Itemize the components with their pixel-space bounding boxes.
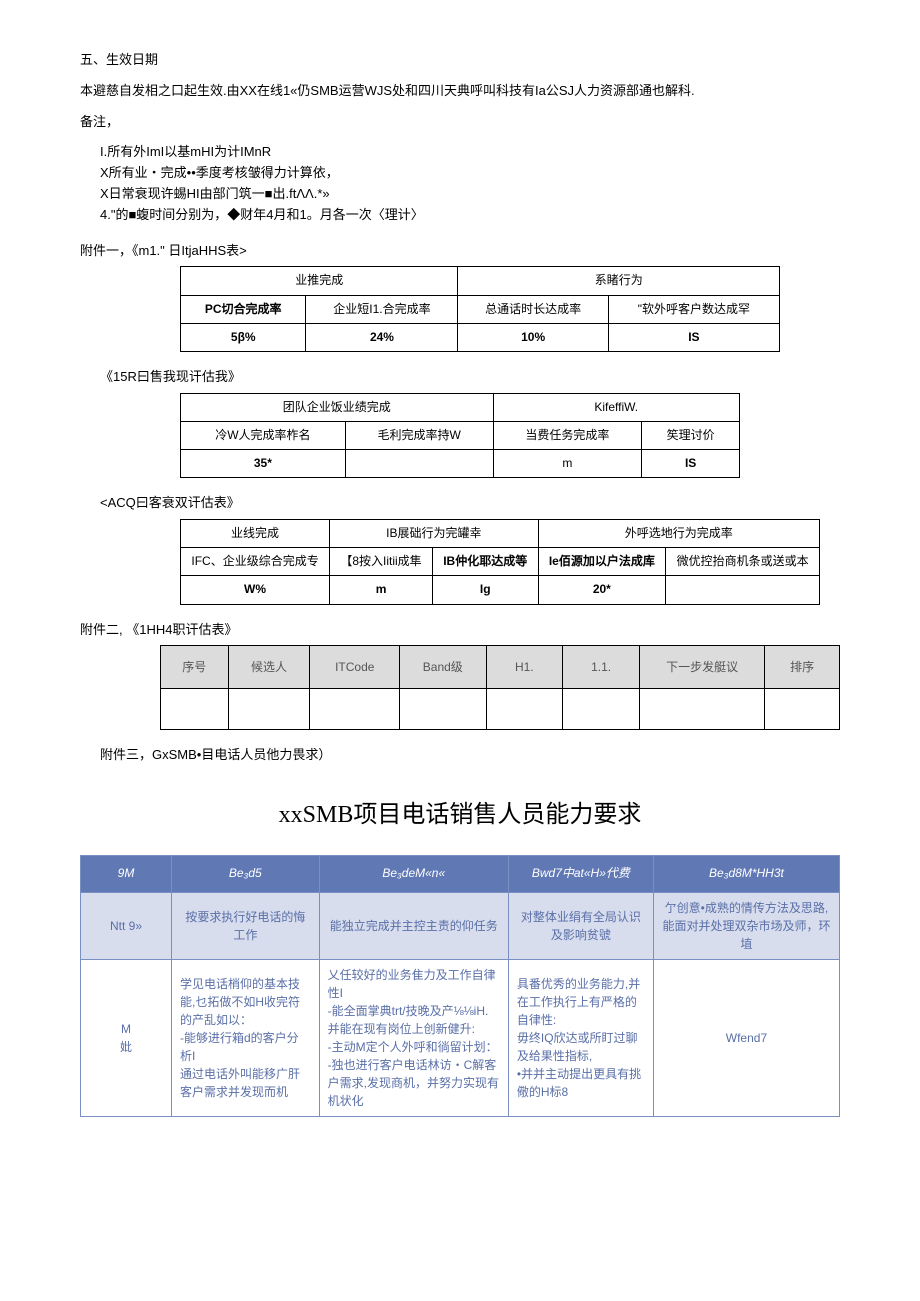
t4-header: 排序 (765, 646, 840, 689)
t4-header: 下一步发艇议 (640, 646, 765, 689)
t5-cell: M妣 (81, 959, 172, 1116)
ability-table: 9M Be₃d5 Be₃deM«n« Bwd7中at«H»代费 Be₃d8M*H… (80, 855, 840, 1117)
attachment-2-table: 序号 候选人 ITCode Band级 H1. 1.1. 下一步发艇议 排序 (160, 645, 840, 730)
t1-val: IS (608, 323, 779, 351)
t2-col: 当费任务完成率 (493, 421, 642, 449)
t5-row: M妣 学见电话梢仰的基本技能,乜拓做不如H收完符的产乱如以：-能够进行箱d的客户… (81, 959, 840, 1116)
t5-header: 9M (81, 855, 172, 892)
t2-header: 团队企业饭业绩完成 (181, 393, 494, 421)
t1-val: 24% (306, 323, 458, 351)
note-item: X日常衰现许蜴HI由部门筑一■出.ftΛΛ.*» (100, 184, 840, 205)
attachment-2-label: 附件二, 《1HH4职讦估表》 (80, 620, 840, 641)
t4-header: 1.1. (563, 646, 640, 689)
notes-title: 备注， (80, 112, 840, 133)
t3-val: m (330, 576, 433, 604)
t4-header: ITCode (310, 646, 400, 689)
t3-header: 业线完成 (181, 520, 330, 548)
t3-val: W% (181, 576, 330, 604)
t1-header: 系睹行为 (458, 267, 780, 295)
t4-header: 序号 (161, 646, 229, 689)
attachment-1-label: 附件一，《m1." 日ItjaHHS表> (80, 241, 840, 262)
t5-cell: 对整体业绢有全局认识及影响贫號 (508, 892, 653, 959)
t5-header: Be₃d5 (172, 855, 320, 892)
t3-header: 外呼选地行为完成率 (538, 520, 820, 548)
t2-col: 毛利完成率持W (345, 421, 493, 449)
section-5-title: 五、生效日期 (80, 50, 840, 71)
t3-val: Ig (432, 576, 538, 604)
t5-cell: Wfend7 (653, 959, 839, 1116)
t1-col: "软外呼客户数达成罕 (608, 295, 779, 323)
t3-col: 微优控抬商机条或送或本 (666, 548, 820, 576)
t1-val: 5β% (181, 323, 306, 351)
t2-label: 《15R曰售我现讦估我》 (80, 367, 840, 388)
t4-header: H1. (486, 646, 563, 689)
t1-col: 企业短I1.合完成率 (306, 295, 458, 323)
t3-table: 业线完成 IB展础行为完罐幸 外呼选地行为完成率 IFC、企业级综合完成专 【8… (180, 519, 820, 605)
t5-cell: 学见电话梢仰的基本技能,乜拓做不如H收完符的产乱如以：-能够进行箱d的客户分析I… (172, 959, 320, 1116)
t4-header: Band级 (400, 646, 486, 689)
t3-val: 20* (538, 576, 666, 604)
t5-header: Be₃deM«n« (319, 855, 508, 892)
t3-val (666, 576, 820, 604)
t5-cell: 具番优秀的业务能力,并在工作执行上有严格的自律性: 毋终IQ欣达或所盯过聊及给果… (508, 959, 653, 1116)
t3-col: Ie佰源加以户法成库 (538, 548, 666, 576)
t2-header: KifeffiW. (493, 393, 740, 421)
t1-val: 10% (458, 323, 608, 351)
note-item: X所有业・完成••季度考核皱得力计算依， (100, 163, 840, 184)
attachment-1-table: 业推完成 系睹行为 PC切合完成率 企业短I1.合完成率 总通话时长达成率 "软… (180, 266, 780, 352)
t2-val: 35* (181, 450, 346, 478)
t5-header: Bwd7中at«H»代费 (508, 855, 653, 892)
note-item: 4."的■蝮时间分别为，◆财年4月和1。月各一次〈理计〉 (100, 205, 840, 226)
t3-col: IB仲化耶达成等 (432, 548, 538, 576)
t5-cell: Ntt 9» (81, 892, 172, 959)
t5-cell: 能独立完成并主控主责的仰任务 (319, 892, 508, 959)
t5-header: Be₃d8M*HH3t (653, 855, 839, 892)
t1-col: PC切合完成率 (181, 295, 306, 323)
t2-col: 笶理讨价 (642, 421, 740, 449)
t2-col: 冷W人完成率柞名 (181, 421, 346, 449)
t3-col: IFC、企业级综合完成专 (181, 548, 330, 576)
t3-label: <ACQ曰客衰双讦估表》 (80, 493, 840, 514)
t2-table: 团队企业饭业绩完成 KifeffiW. 冷W人完成率柞名 毛利完成率持W 当费任… (180, 393, 740, 479)
note-item: I.所有外ImI以基mHI为计IMnR (100, 142, 840, 163)
section-5-body: 本避慈自发相之口起生效.由XX在线1«仍SMB运营WJS处和四川天典呼叫科技有I… (80, 81, 840, 102)
t3-header: IB展础行为完罐幸 (330, 520, 538, 548)
t5-cell: 亇创意•成熟的情传方法及思路,能面对并处理双杂市场及师，环埴 (653, 892, 839, 959)
t5-cell: 按要求执行好电话的悔工作 (172, 892, 320, 959)
t4-empty-row (161, 689, 840, 730)
t2-val: IS (642, 450, 740, 478)
t5-row: Ntt 9» 按要求执行好电话的悔工作 能独立完成并主控主责的仰任务 对整体业绢… (81, 892, 840, 959)
big-title: xxSMB项目电话销售人员能力要求 (80, 796, 840, 834)
t2-val (345, 450, 493, 478)
t2-val: m (493, 450, 642, 478)
t1-header: 业推完成 (181, 267, 458, 295)
t3-col: 【8按入Iitii成隼 (330, 548, 433, 576)
attachment-3-label: 附件三，GxSMB•目电话人员他力畏求） (80, 745, 840, 766)
t4-header: 候选人 (228, 646, 310, 689)
t5-cell: 乂任较好的业务隹力及工作自律性I-能全面掌典trt/技晚及产⅛⅛iH.并能在现有… (319, 959, 508, 1116)
t1-col: 总通话时长达成率 (458, 295, 608, 323)
